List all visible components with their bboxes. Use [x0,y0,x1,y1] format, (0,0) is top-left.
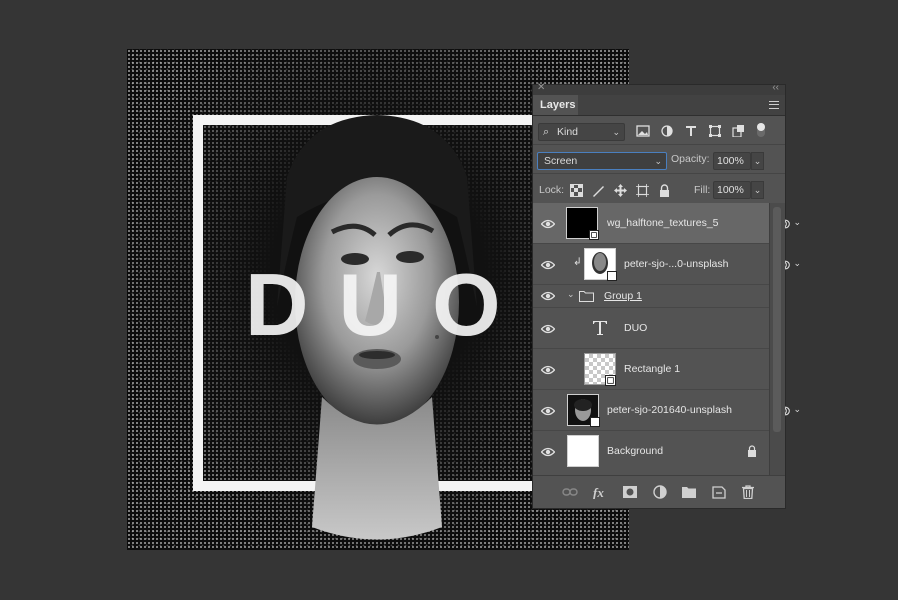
smart-object-badge-icon [607,271,617,281]
filter-toggle-switch[interactable] [757,123,765,137]
layer-row[interactable]: peter-sjo-201640-unsplash ⌄ [533,390,801,431]
panel-tabbar: Layers [533,95,785,116]
eye-icon[interactable] [541,406,555,416]
layers-list: wg_halftone_textures_5 ⌄ ↲ peter-sjo-...… [533,203,801,472]
scrollbar-thumb[interactable] [773,207,781,432]
type-filter-icon[interactable] [684,125,698,137]
search-icon: ⌕ [543,126,550,138]
lock-label: Lock: [539,184,565,196]
layer-row[interactable]: wg_halftone_textures_5 ⌄ [533,203,801,244]
collapse-panel-icon[interactable]: ‹‹ [772,82,779,93]
lock-all-icon[interactable] [658,184,671,197]
layer-row[interactable]: DUO [533,308,771,349]
type-layer-icon [593,321,607,335]
eye-icon[interactable] [541,219,555,229]
blend-mode-select[interactable]: Screen ⌄ [537,152,667,170]
shape-badge-icon [605,375,616,386]
eye-icon[interactable] [541,324,555,334]
duo-title-text: DUO [245,263,515,343]
folder-icon [579,291,594,302]
lock-position-icon[interactable] [614,184,627,197]
layer-name[interactable]: wg_halftone_textures_5 [607,217,719,229]
link-icon[interactable] [562,485,578,499]
eye-icon[interactable] [541,291,555,301]
layer-filter-row: ⌕ Kind ⌄ [533,116,785,145]
layer-row[interactable]: ↲ peter-sjo-...0-unsplash ⌄ [533,244,801,285]
panel-bottom-toolbar: fx [533,475,785,508]
new-layer-icon[interactable] [711,485,727,499]
layer-group-row[interactable]: ⌄ Group 1 [533,285,771,308]
layer-name[interactable]: Group 1 [604,290,642,302]
lock-image-pixels-icon[interactable] [592,184,605,197]
layer-thumbnail [567,435,599,467]
smart-object-badge-icon [589,230,599,240]
close-panel-icon[interactable]: ✕ [537,82,545,93]
lock-row: Lock: Fill: 100% ⌄ [533,174,785,205]
layer-row[interactable]: Background [533,431,771,472]
fx-icon[interactable]: fx [593,485,609,499]
smart-object-badge-icon [590,417,600,427]
adjustment-icon[interactable] [652,485,668,499]
layer-name[interactable]: Background [607,445,663,457]
adjustment-filter-icon[interactable] [660,125,674,137]
chevron-down-icon[interactable]: ⌄ [567,289,575,300]
fill-dropdown-icon[interactable]: ⌄ [751,181,764,199]
lock-transparent-pixels-icon[interactable] [570,184,583,197]
layer-name[interactable]: peter-sjo-...0-unsplash [624,258,728,270]
chevron-down-icon: ⌄ [654,156,662,166]
expand-effects-icon[interactable]: ⌄ [793,404,801,415]
mask-icon[interactable] [622,485,638,499]
opacity-dropdown-icon[interactable]: ⌄ [751,152,764,170]
layer-name[interactable]: DUO [624,322,647,334]
layer-name[interactable]: Rectangle 1 [624,363,680,375]
svg-text:DUO: DUO [245,263,515,343]
eye-icon[interactable] [541,260,555,270]
layer-row[interactable]: Rectangle 1 [533,349,771,390]
blend-row: Screen ⌄ Opacity: 100% ⌄ [533,145,785,174]
image-filter-icon[interactable] [636,125,650,137]
kind-filter-select[interactable]: ⌕ Kind ⌄ [538,123,625,141]
fill-field[interactable]: 100% [713,181,751,199]
kind-filter-label: Kind [557,126,579,138]
fill-label: Fill: [694,184,711,196]
lock-icon [748,445,756,457]
opacity-label: Opacity: [671,153,710,165]
svg-text:fx: fx [593,485,604,499]
smart-object-filter-icon[interactable] [731,125,745,137]
layers-panel: ✕ ‹‹ Layers ⌕ Kind ⌄ Screen ⌄ Opacity: 1… [532,82,801,509]
shape-filter-icon[interactable] [708,125,722,137]
tab-layers[interactable]: Layers [533,95,578,115]
eye-icon[interactable] [541,365,555,375]
clipping-mask-icon: ↲ [573,256,582,268]
layers-scrollbar[interactable] [769,203,785,478]
expand-effects-icon[interactable]: ⌄ [793,258,801,269]
expand-effects-icon[interactable]: ⌄ [793,217,801,228]
eye-icon[interactable] [541,447,555,457]
layer-name[interactable]: peter-sjo-201640-unsplash [607,404,732,416]
trash-icon[interactable] [740,485,756,499]
lock-artboard-icon[interactable] [636,184,649,197]
panel-titlebar: ✕ ‹‹ [533,82,785,95]
blend-mode-value: Screen [544,155,578,167]
opacity-field[interactable]: 100% [713,152,751,170]
chevron-down-icon: ⌄ [612,127,620,137]
new-group-icon[interactable] [681,485,697,499]
panel-menu-icon[interactable] [769,101,779,109]
